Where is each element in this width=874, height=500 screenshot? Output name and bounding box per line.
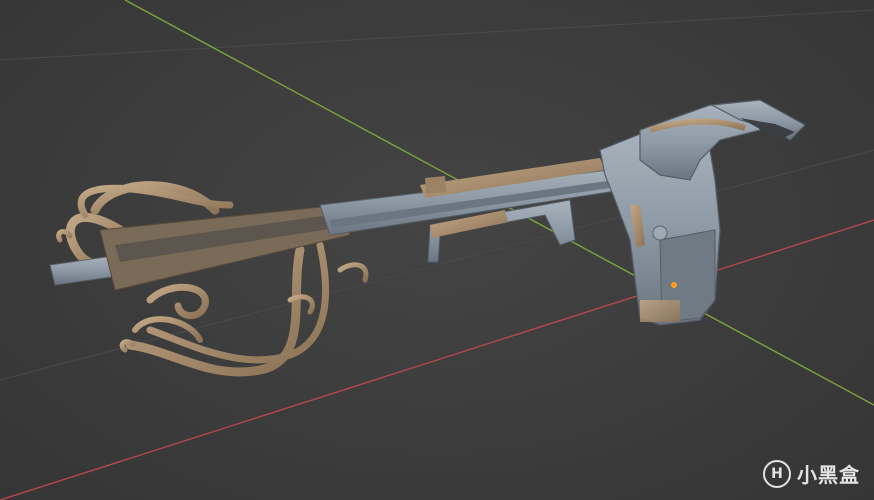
3d-viewport[interactable]: H 小黑盒: [0, 0, 874, 500]
origin-marker: [671, 282, 677, 288]
watermark: H 小黑盒: [763, 459, 860, 488]
keyblade-model: [49, 99, 806, 377]
watermark-text: 小黑盒: [797, 463, 860, 487]
xiaoheihe-logo-icon: H: [763, 459, 791, 488]
key-bit: [599, 99, 806, 326]
scene-canvas: [0, 0, 874, 500]
